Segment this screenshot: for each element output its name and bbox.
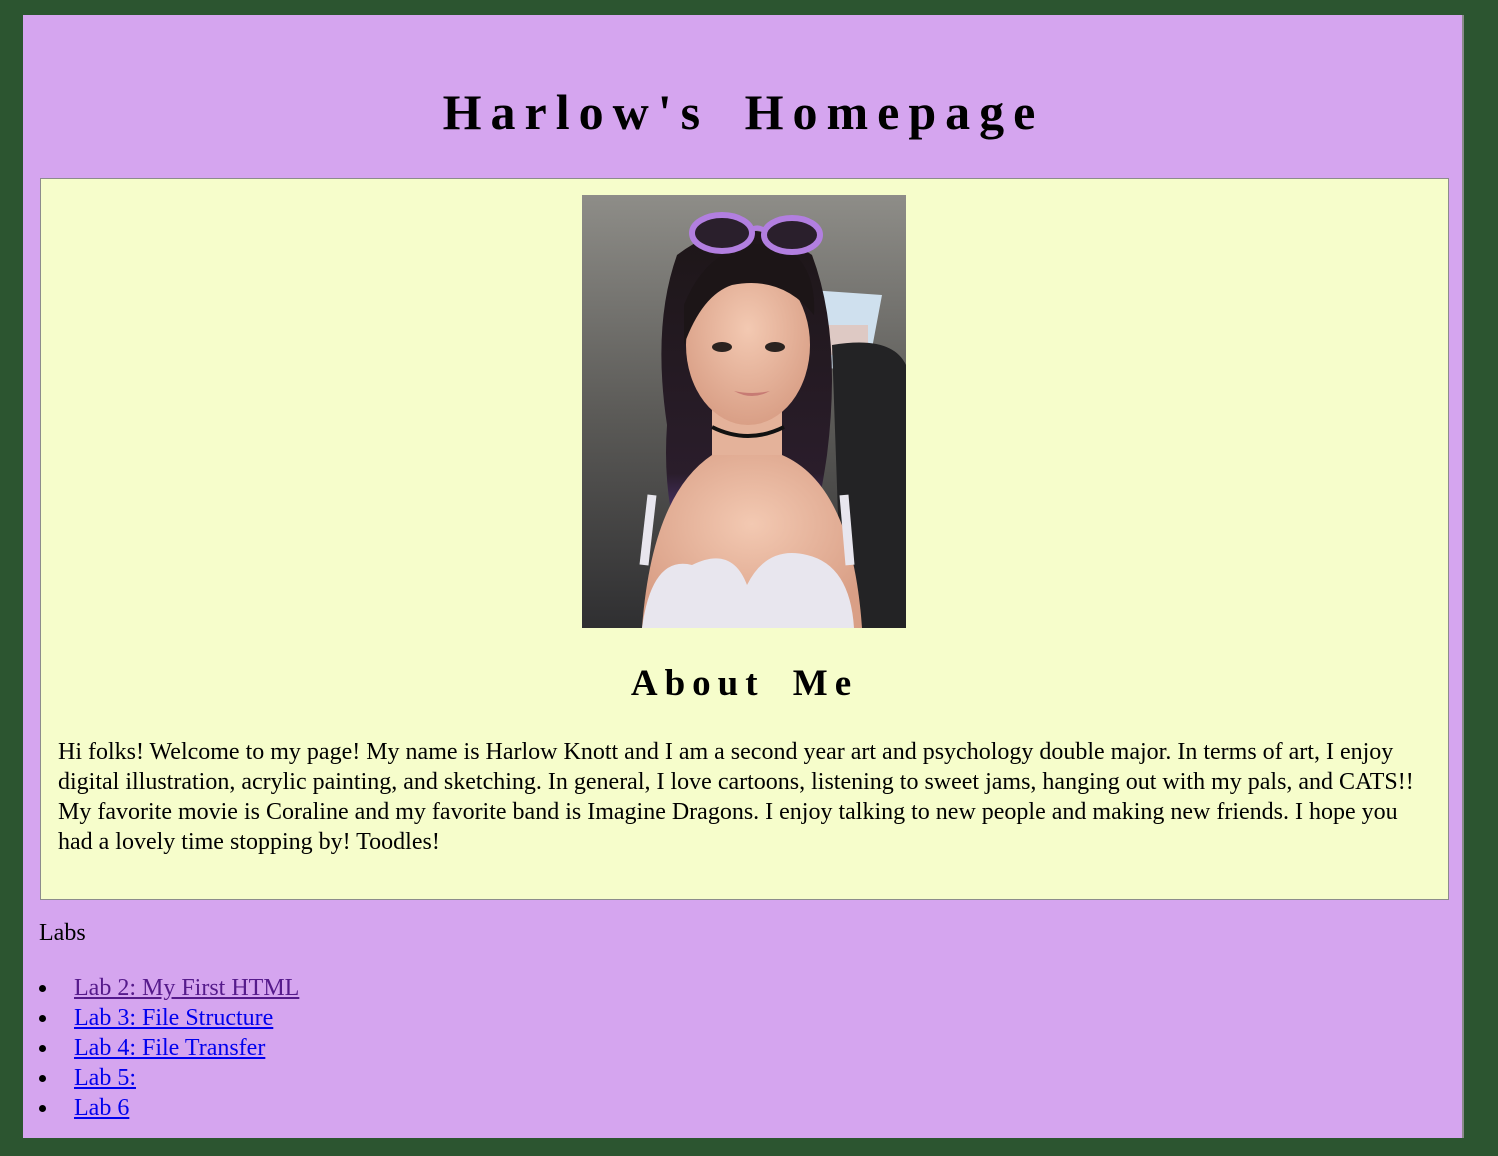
about-heading: About Me (630, 663, 859, 704)
list-item: Lab 3: File Structure (39, 1003, 299, 1033)
bullet-icon (39, 1105, 46, 1112)
about-paragraph: Hi folks! Welcome to my page! My name is… (58, 739, 1414, 855)
lab-2-link[interactable]: Lab 2: My First HTML (74, 975, 299, 1001)
list-item: Lab 2: My First HTML (39, 973, 299, 1003)
list-item: Lab 5: (39, 1063, 299, 1093)
bullet-icon (39, 1015, 46, 1022)
about-section: About Me Hi folks! Welcome to my page! M… (40, 178, 1449, 900)
labs-label: Labs (39, 920, 86, 946)
labs-list: Lab 2: My First HTML Lab 3: File Structu… (39, 973, 299, 1123)
bullet-icon (39, 1045, 46, 1052)
lab-4-link[interactable]: Lab 4: File Transfer (74, 1035, 265, 1061)
lab-3-link[interactable]: Lab 3: File Structure (74, 1005, 273, 1031)
bullet-icon (39, 1075, 46, 1082)
list-item: Lab 4: File Transfer (39, 1033, 299, 1063)
bullet-icon (39, 985, 46, 992)
lab-6-link[interactable]: Lab 6 (74, 1095, 129, 1121)
page-container: Harlow's Homepage About Me Hi folks! Wel… (23, 15, 1464, 1138)
list-item: Lab 6 (39, 1093, 299, 1123)
profile-photo (582, 195, 906, 628)
lab-5-link[interactable]: Lab 5: (74, 1065, 136, 1091)
page-title: Harlow's Homepage (442, 84, 1045, 140)
